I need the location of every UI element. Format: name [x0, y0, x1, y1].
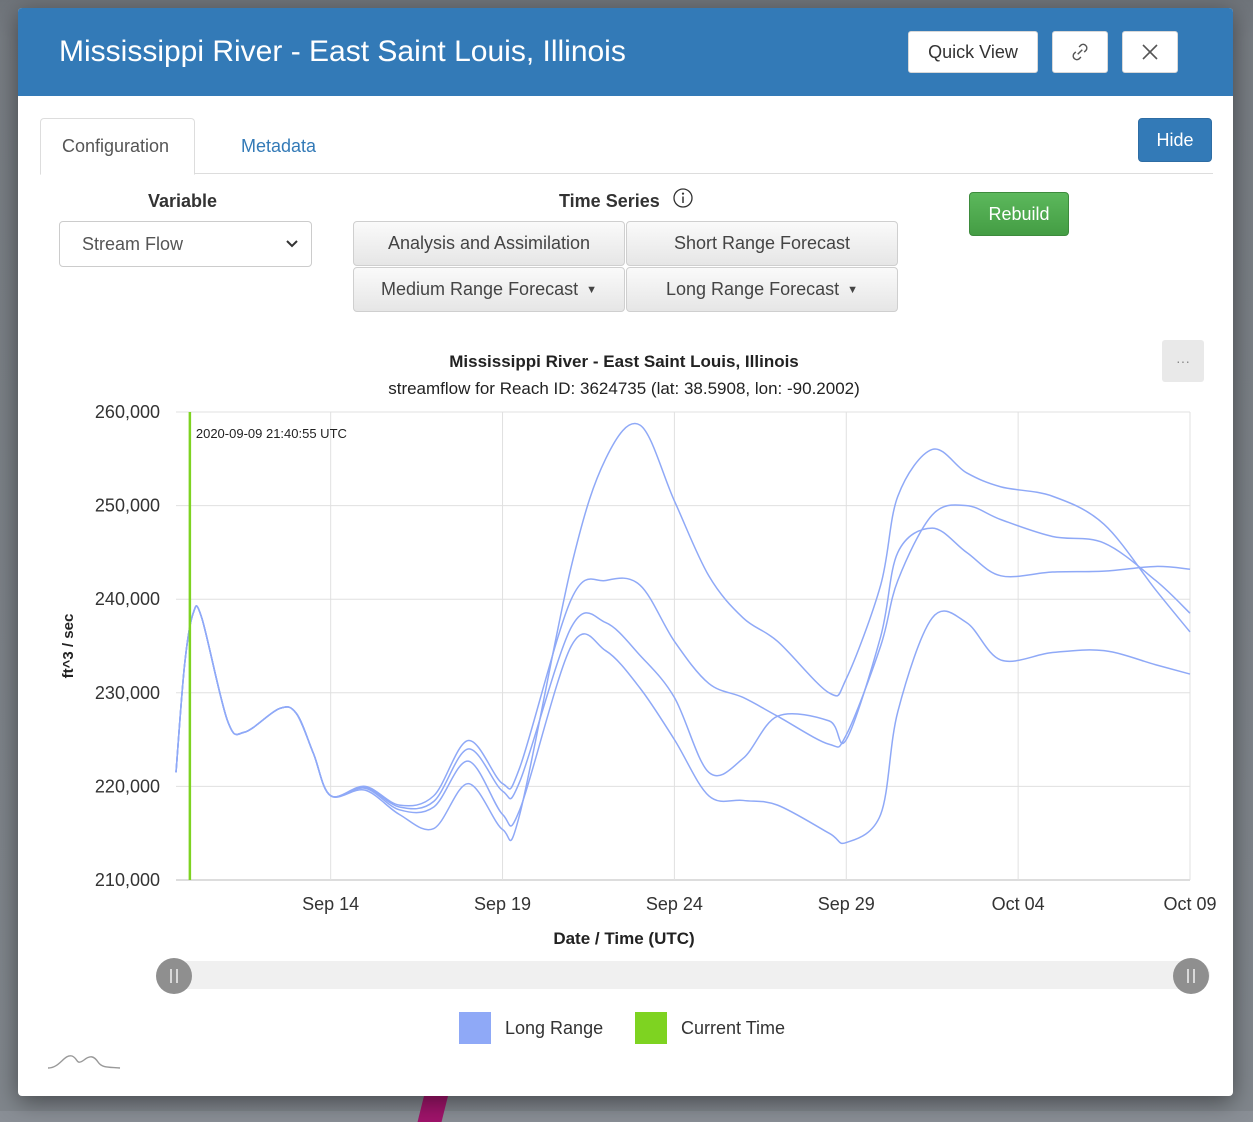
hydrograph-logo-icon	[47, 1055, 121, 1069]
chart-title: Mississippi River - East Saint Louis, Il…	[449, 352, 799, 371]
y-tick-label: 220,000	[95, 776, 160, 796]
hydrograph-modal: Mississippi River - East Saint Louis, Il…	[18, 8, 1233, 1096]
range-slider-left-handle[interactable]	[156, 958, 192, 994]
series-line-long-range-3	[175, 605, 1191, 845]
legend-item-long-range[interactable]: Long Range	[459, 1011, 603, 1045]
legend-item-current-time[interactable]: Current Time	[635, 1011, 785, 1045]
legend-label-current-time: Current Time	[681, 1017, 786, 1038]
range-slider-right-handle[interactable]	[1173, 958, 1209, 994]
y-tick-label: 260,000	[95, 402, 160, 422]
current-time-label: 2020-09-09 21:40:55 UTC	[196, 426, 347, 441]
y-tick-label: 210,000	[95, 870, 160, 890]
range-slider-track[interactable]	[174, 961, 1210, 989]
x-axis-label: Date / Time (UTC)	[553, 929, 694, 948]
y-tick-label: 240,000	[95, 589, 160, 609]
y-axis-label: ft^3 / sec	[60, 614, 77, 679]
legend-swatch-long-range	[459, 1012, 491, 1044]
legend-label-long-range: Long Range	[505, 1017, 604, 1038]
series-line-long-range-2	[175, 527, 1191, 810]
x-tick-label: Sep 19	[474, 894, 531, 914]
chart-subtitle: streamflow for Reach ID: 3624735 (lat: 3…	[388, 379, 860, 398]
y-tick-label: 250,000	[95, 496, 160, 516]
x-tick-label: Oct 04	[992, 894, 1045, 914]
x-tick-label: Sep 24	[646, 894, 703, 914]
x-tick-label: Sep 29	[818, 894, 875, 914]
series-line-long-range-4	[175, 422, 1191, 842]
x-tick-label: Oct 09	[1163, 894, 1216, 914]
y-tick-label: 230,000	[95, 683, 160, 703]
legend-swatch-current-time	[635, 1012, 667, 1044]
x-tick-label: Sep 14	[302, 894, 359, 914]
hydrograph-chart: Mississippi River - East Saint Louis, Il…	[60, 352, 1217, 948]
